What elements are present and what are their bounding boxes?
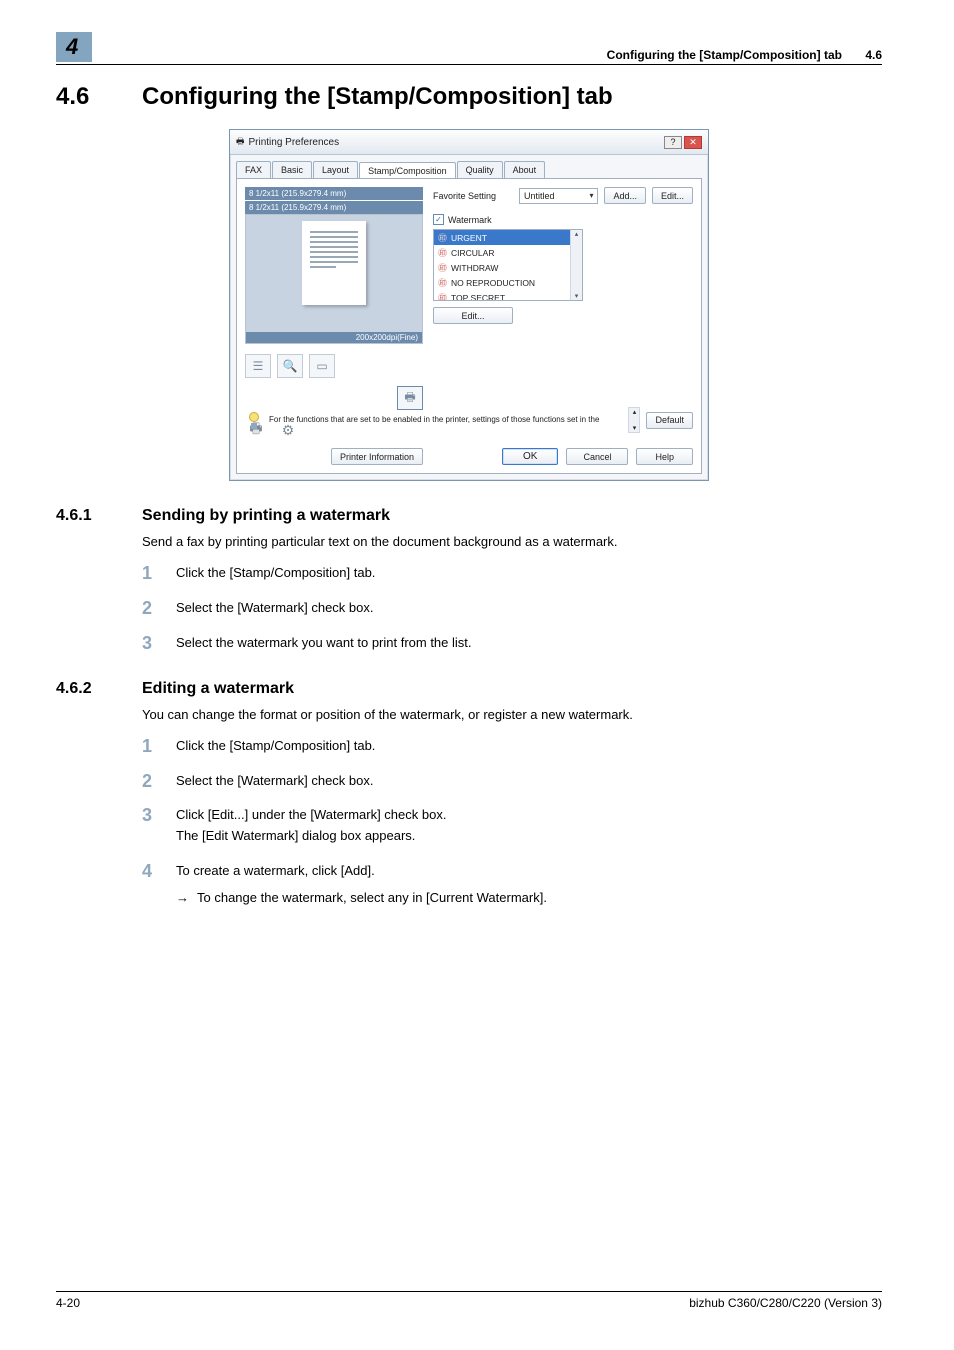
step-text: Click the [Stamp/Composition] tab. [176, 736, 375, 757]
dialog-title: Printing Preferences [249, 137, 665, 148]
dialog-body: 8 1/2x11 (215.9x279.4 mm) 8 1/2x11 (215.… [236, 178, 702, 474]
step-text: Select the [Watermark] check box. [176, 771, 373, 792]
watermark-checkbox[interactable]: ✓ [433, 214, 444, 225]
page-number: 4-20 [56, 1296, 80, 1310]
step-item: 4 To create a watermark, click [Add]. → … [142, 861, 882, 909]
subsection-title: Sending by printing a watermark [142, 507, 390, 525]
step-sub-bullet: → To change the watermark, select any in… [176, 888, 547, 909]
zoom-icon[interactable]: 🔍 [277, 354, 303, 378]
step-item: 3 Select the watermark you want to print… [142, 633, 882, 654]
step-text: Select the [Watermark] check box. [176, 598, 373, 619]
stamp-icon: ㊞ [438, 246, 447, 259]
header-title: Configuring the [Stamp/Composition] tab [607, 48, 842, 62]
stamp-icon: ㊞ [438, 261, 447, 274]
step-item: 3 Click [Edit...] under the [Watermark] … [142, 805, 882, 847]
tab-layout[interactable]: Layout [313, 161, 358, 178]
header-section-no: 4.6 [865, 48, 882, 62]
tab-basic[interactable]: Basic [272, 161, 312, 178]
preview-page-icon [302, 221, 366, 305]
chapter-badge: 4 [56, 32, 92, 62]
hint-text: For the functions that are set to be ena… [269, 415, 622, 425]
default-button[interactable]: Default [646, 412, 693, 429]
tab-strip: FAX Basic Layout Stamp/Composition Quali… [230, 155, 708, 178]
step-item: 2 Select the [Watermark] check box. [142, 771, 882, 792]
list-item: ㊞NO REPRODUCTION [434, 275, 582, 290]
stamp-icon: ㊞ [438, 276, 447, 289]
step-number: 2 [142, 771, 176, 790]
section-number: 4.6 [56, 83, 142, 111]
subsection-heading: 4.6.2 Editing a watermark [56, 680, 882, 698]
lightbulb-icon [245, 407, 263, 433]
header-right: Configuring the [Stamp/Composition] tab … [607, 48, 882, 62]
dpi-label: 200x200dpi(Fine) [246, 332, 422, 343]
tab-about[interactable]: About [504, 161, 546, 178]
printing-preferences-dialog: 🖶 Printing Preferences ? ✕ FAX Basic Lay… [229, 129, 709, 481]
dialog-screenshot: 🖶 Printing Preferences ? ✕ FAX Basic Lay… [56, 129, 882, 481]
list-view-icon[interactable]: ☰ [245, 354, 271, 378]
subsection-intro: Send a fax by printing particular text o… [142, 533, 882, 551]
page-preview: 200x200dpi(Fine) [245, 214, 423, 344]
tab-stamp-composition[interactable]: Stamp/Composition [359, 162, 456, 179]
paper-size-top: 8 1/2x11 (215.9x279.4 mm) [245, 187, 423, 200]
step-sub-text: To change the watermark, select any in [… [197, 888, 547, 909]
paper-size-bottom: 8 1/2x11 (215.9x279.4 mm) [245, 201, 423, 214]
watermark-checkbox-label: Watermark [448, 215, 492, 225]
step-text: Click [Edit...] under the [Watermark] ch… [176, 805, 446, 826]
printer-icon: 🖶 [236, 134, 245, 150]
hint-scrollbar[interactable]: ▴▾ [628, 407, 640, 433]
watermark-edit-button[interactable]: Edit... [433, 307, 513, 324]
subsection-heading: 4.6.1 Sending by printing a watermark [56, 507, 882, 525]
favorite-add-button[interactable]: Add... [604, 187, 646, 204]
printer-information-button[interactable]: Printer Information [331, 448, 423, 465]
stamp-icon: ㊞ [438, 231, 447, 244]
preview-toolbar-1: ☰ 🔍 ▭ [245, 354, 423, 378]
section-heading: 4.6 Configuring the [Stamp/Composition] … [56, 83, 882, 111]
section-title: Configuring the [Stamp/Composition] tab [142, 83, 613, 111]
step-subtext: The [Edit Watermark] dialog box appears. [176, 826, 446, 847]
step-number: 3 [142, 633, 176, 652]
chevron-down-icon: ▾ [589, 191, 593, 200]
help-icon[interactable]: ? [664, 136, 682, 149]
page-footer: 4-20 bizhub C360/C280/C220 (Version 3) [56, 1291, 882, 1310]
step-number: 2 [142, 598, 176, 617]
tab-fax[interactable]: FAX [236, 161, 271, 178]
favorite-setting-value: Untitled [524, 191, 555, 201]
close-icon[interactable]: ✕ [684, 136, 702, 149]
help-button[interactable]: Help [636, 448, 693, 465]
hint-row: For the functions that are set to be ena… [245, 407, 693, 433]
step-number: 3 [142, 805, 176, 824]
step-text: Select the watermark you want to print f… [176, 633, 472, 654]
dialog-titlebar: 🖶 Printing Preferences ? ✕ [230, 130, 708, 155]
page-header: 4 Configuring the [Stamp/Composition] ta… [56, 32, 882, 65]
favorite-setting-dropdown[interactable]: Untitled ▾ [519, 188, 598, 204]
page-icon[interactable]: ▭ [309, 354, 335, 378]
product-label: bizhub C360/C280/C220 (Version 3) [689, 1296, 882, 1310]
subsection-title: Editing a watermark [142, 680, 294, 698]
subsection-intro: You can change the format or position of… [142, 706, 882, 724]
watermark-list[interactable]: ㊞URGENT ㊞CIRCULAR ㊞WITHDRAW ㊞NO REPRODUC… [433, 229, 583, 301]
subsection-number: 4.6.1 [56, 507, 142, 525]
step-number: 4 [142, 861, 176, 880]
step-item: 1 Click the [Stamp/Composition] tab. [142, 563, 882, 584]
step-text: To create a watermark, click [Add]. [176, 861, 547, 882]
arrow-icon: → [176, 888, 189, 909]
ok-button[interactable]: OK [502, 448, 558, 465]
dialog-button-row: OK Cancel Help [502, 448, 693, 465]
step-number: 1 [142, 563, 176, 582]
list-item: ㊞TOP SECRET [434, 290, 582, 301]
favorite-edit-button[interactable]: Edit... [652, 187, 693, 204]
step-item: 1 Click the [Stamp/Composition] tab. [142, 736, 882, 757]
favorite-setting-label: Favorite Setting [433, 191, 513, 201]
list-item: ㊞URGENT [434, 230, 582, 245]
tab-quality[interactable]: Quality [457, 161, 503, 178]
step-number: 1 [142, 736, 176, 755]
list-item: ㊞CIRCULAR [434, 245, 582, 260]
cancel-button[interactable]: Cancel [566, 448, 628, 465]
step-text: Click the [Stamp/Composition] tab. [176, 563, 375, 584]
list-item: ㊞WITHDRAW [434, 260, 582, 275]
step-item: 2 Select the [Watermark] check box. [142, 598, 882, 619]
stamp-icon: ㊞ [438, 291, 447, 301]
subsection-number: 4.6.2 [56, 680, 142, 698]
list-scrollbar[interactable]: ▴▾ [570, 230, 582, 300]
